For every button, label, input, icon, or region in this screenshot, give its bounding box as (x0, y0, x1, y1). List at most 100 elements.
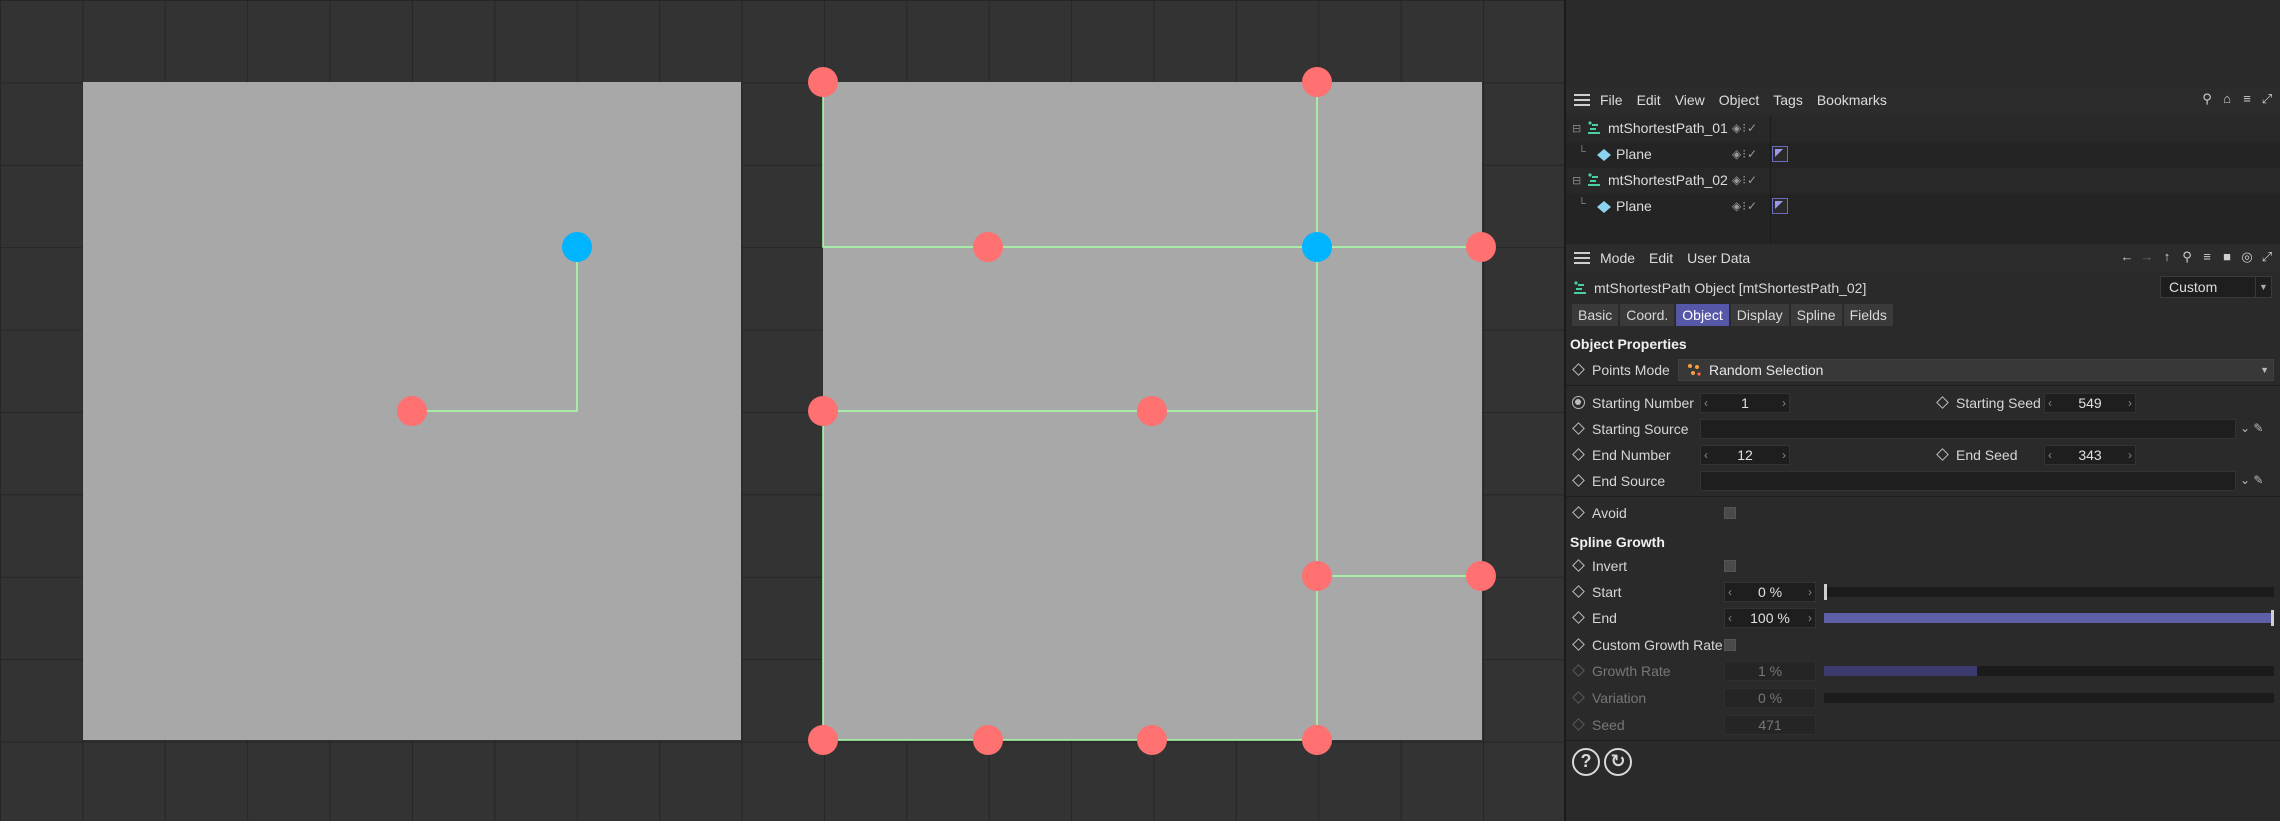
target-icon[interactable]: ◎ (2240, 249, 2254, 265)
point-red[interactable] (1466, 561, 1496, 591)
points-mode-dropdown[interactable]: Random Selection ▼ (1678, 359, 2274, 381)
visibility-flags[interactable]: ◈⁝✓ (1732, 199, 1758, 213)
object-row[interactable]: ⊟ mtShortestPath_01 ◈⁝✓ (1566, 116, 2280, 142)
search-icon[interactable]: ⚲ (2180, 249, 2194, 265)
tab-object[interactable]: Object (1676, 304, 1729, 326)
tab-spline[interactable]: Spline (1790, 304, 1842, 326)
point-red[interactable] (973, 725, 1003, 755)
point-blue[interactable] (1302, 232, 1332, 262)
object-name[interactable]: Plane (1616, 198, 1652, 214)
keyframe-icon[interactable] (1572, 363, 1585, 376)
custom-growth-rate-checkbox[interactable] (1724, 639, 1736, 651)
decrement-icon[interactable]: ‹ (1704, 446, 1708, 464)
decrement-icon[interactable]: ‹ (1728, 583, 1732, 601)
start-slider[interactable] (1824, 584, 2274, 600)
object-row[interactable]: └ Plane ◈⁝✓ (1566, 142, 2280, 168)
lock-icon[interactable]: ■ (2220, 249, 2234, 265)
tab-fields[interactable]: Fields (1843, 304, 1893, 326)
end-source-link-field[interactable] (1700, 471, 2236, 491)
decrement-icon[interactable]: ‹ (1728, 609, 1732, 627)
decrement-icon[interactable]: ‹ (2048, 394, 2052, 412)
starting-source-link-field[interactable] (1700, 419, 2236, 439)
keyframe-icon[interactable] (1572, 448, 1585, 461)
viewport-scene[interactable] (0, 0, 1564, 821)
material-tag-icon[interactable] (1772, 146, 1788, 162)
object-row[interactable]: ⊟ mtShortestPath_02 ◈⁝✓ (1566, 168, 2280, 194)
up-arrow-icon[interactable]: ↑ (2160, 249, 2174, 265)
end-seed-field[interactable]: ‹ 343 › (2044, 445, 2136, 465)
menu-object[interactable]: Object (1719, 92, 1759, 108)
collapse-icon[interactable]: ⊟ (1572, 174, 1581, 187)
keyframe-icon[interactable] (1936, 396, 1949, 409)
decrement-icon[interactable]: ‹ (2048, 446, 2052, 464)
forward-arrow-icon[interactable]: → (2140, 249, 2154, 265)
decrement-icon[interactable]: ‹ (1704, 394, 1708, 412)
increment-icon[interactable]: › (1782, 394, 1786, 412)
point-red[interactable] (1137, 725, 1167, 755)
keyframe-icon[interactable] (1572, 585, 1585, 598)
starting-number-field[interactable]: ‹ 1 › (1700, 393, 1790, 413)
filter-icon[interactable]: ≡ (2200, 249, 2214, 265)
popout-icon[interactable]: ⤢ (2260, 91, 2274, 107)
point-red[interactable] (808, 67, 838, 97)
back-arrow-icon[interactable]: ← (2120, 249, 2134, 265)
start-field[interactable]: ‹ 0 % › (1724, 582, 1816, 602)
menu-view[interactable]: View (1675, 92, 1705, 108)
menu-edit[interactable]: Edit (1649, 250, 1673, 266)
point-red[interactable] (1302, 561, 1332, 591)
menu-mode[interactable]: Mode (1600, 250, 1635, 266)
keyframe-icon[interactable] (1572, 422, 1585, 435)
slider-handle[interactable] (2271, 610, 2274, 626)
point-red[interactable] (973, 232, 1003, 262)
object-name[interactable]: Plane (1616, 146, 1652, 162)
pick-icon[interactable]: ⌄ ✎ (2240, 421, 2263, 435)
object-name[interactable]: mtShortestPath_02 (1608, 172, 1728, 188)
pick-icon[interactable]: ⌄ ✎ (2240, 473, 2263, 487)
keyframe-record-icon[interactable] (1572, 396, 1585, 409)
keyframe-icon[interactable] (1572, 474, 1585, 487)
point-red[interactable] (1466, 232, 1496, 262)
object-row[interactable]: └ Plane ◈⁝✓ (1566, 194, 2280, 220)
slider-handle[interactable] (1824, 584, 1827, 600)
reset-icon[interactable]: ↻ (1604, 748, 1632, 776)
menu-file[interactable]: File (1600, 92, 1623, 108)
invert-checkbox[interactable] (1724, 560, 1736, 572)
point-red[interactable] (1302, 725, 1332, 755)
point-blue[interactable] (562, 232, 592, 262)
end-number-field[interactable]: ‹ 12 › (1700, 445, 1790, 465)
preset-dropdown[interactable]: Custom ▼ (2160, 276, 2272, 298)
menu-bookmarks[interactable]: Bookmarks (1817, 92, 1887, 108)
keyframe-icon[interactable] (1572, 506, 1585, 519)
point-red[interactable] (808, 725, 838, 755)
increment-icon[interactable]: › (1808, 583, 1812, 601)
tab-basic[interactable]: Basic (1572, 304, 1619, 326)
increment-icon[interactable]: › (1808, 609, 1812, 627)
avoid-checkbox[interactable] (1724, 507, 1736, 519)
increment-icon[interactable]: › (2128, 446, 2132, 464)
object-name[interactable]: mtShortestPath_01 (1608, 120, 1728, 136)
point-red[interactable] (397, 396, 427, 426)
keyframe-icon[interactable] (1572, 559, 1585, 572)
search-icon[interactable]: ⚲ (2200, 91, 2214, 107)
keyframe-icon[interactable] (1572, 611, 1585, 624)
end-slider[interactable] (1824, 610, 2274, 626)
menu-edit[interactable]: Edit (1637, 92, 1661, 108)
point-red[interactable] (1302, 67, 1332, 97)
collapse-icon[interactable]: ⊟ (1572, 122, 1581, 135)
point-red[interactable] (808, 396, 838, 426)
visibility-flags[interactable]: ◈⁝✓ (1732, 173, 1758, 187)
popout-icon[interactable]: ⤢ (2260, 249, 2274, 265)
visibility-flags[interactable]: ◈⁝✓ (1732, 121, 1758, 135)
help-icon[interactable]: ? (1572, 748, 1600, 776)
increment-icon[interactable]: › (1782, 446, 1786, 464)
home-icon[interactable]: ⌂ (2220, 91, 2234, 107)
tab-coord[interactable]: Coord. (1620, 304, 1675, 326)
material-tag-icon[interactable] (1772, 198, 1788, 214)
point-red[interactable] (1137, 396, 1167, 426)
starting-seed-field[interactable]: ‹ 549 › (2044, 393, 2136, 413)
hamburger-icon[interactable] (1574, 252, 1590, 264)
end-field[interactable]: ‹ 100 % › (1724, 608, 1816, 628)
filter-icon[interactable]: ≡ (2240, 91, 2254, 107)
increment-icon[interactable]: › (2128, 394, 2132, 412)
viewport[interactable] (0, 0, 1564, 821)
